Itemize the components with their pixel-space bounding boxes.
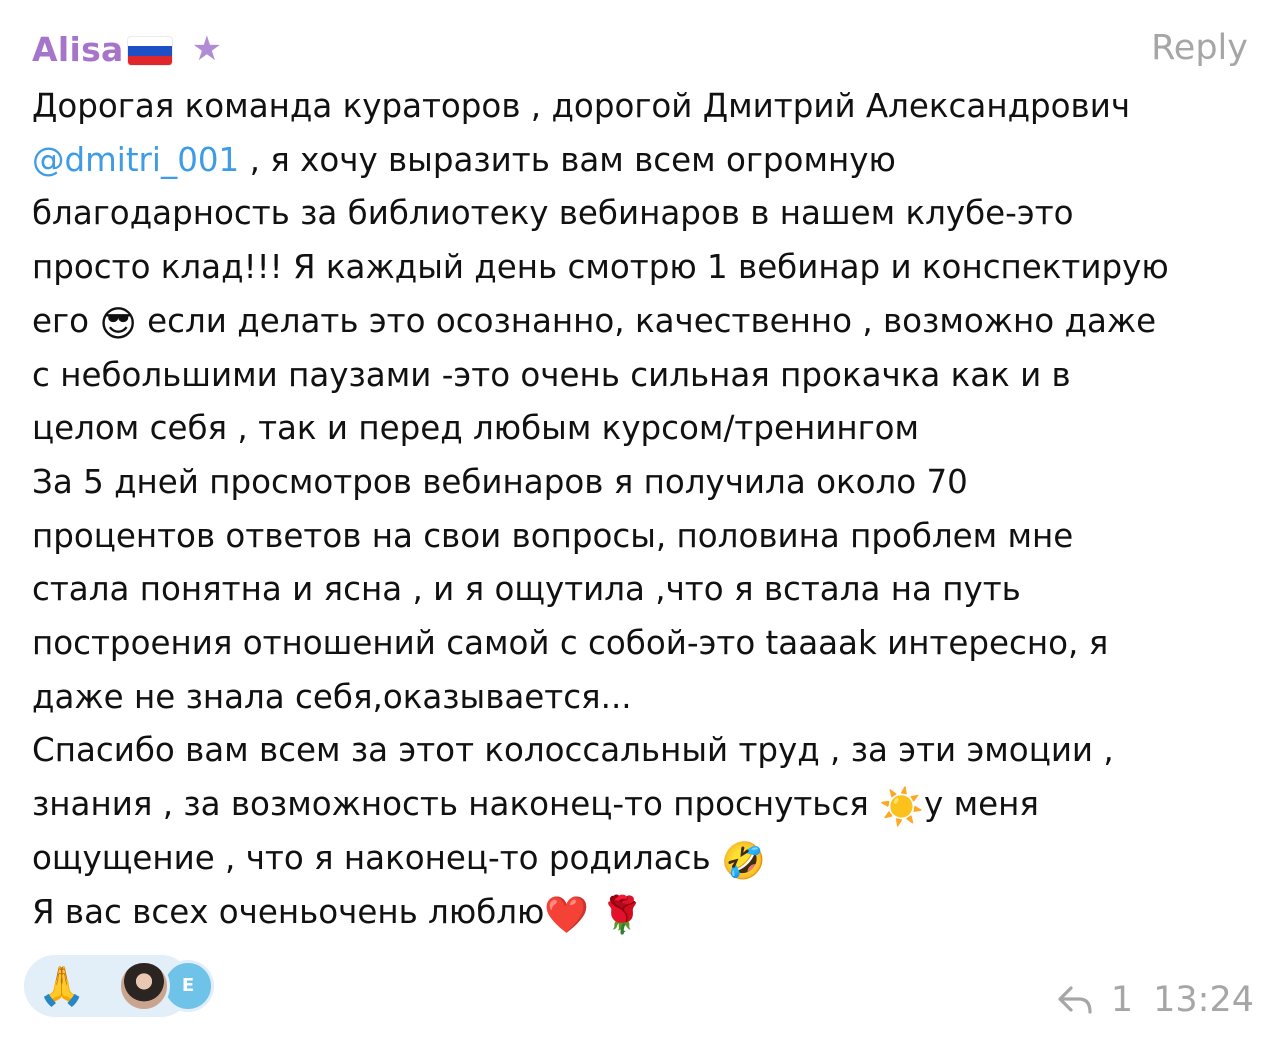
author-name[interactable]: Alisa xyxy=(32,30,124,69)
message-line: Я вас всех оченьочень люблю❤️ 🌹 xyxy=(32,886,1257,940)
message-line-text: знания , за возможность наконец-то просн… xyxy=(32,785,869,824)
message-line-text: , я хочу выразить вам всем огромную xyxy=(239,140,896,179)
message-line: построения отношений самой с собой-это t… xyxy=(32,624,1109,663)
reply-arrow-icon[interactable] xyxy=(1057,985,1093,1015)
message-line-text: Я вас всех оченьочень люблю xyxy=(32,892,545,931)
message-line: просто клад!!! Я каждый день смотрю 1 ве… xyxy=(32,248,1169,287)
message-time: 13:24 xyxy=(1153,980,1254,1020)
reaction-pill[interactable]: 🙏 E xyxy=(24,955,214,1017)
message-line-text: если делать это осознанно, качественно ,… xyxy=(136,301,1157,340)
message-line: процентов ответов на свои вопросы, полов… xyxy=(32,516,1074,555)
reply-button[interactable]: Reply xyxy=(1151,28,1248,68)
user-mention-link[interactable]: @dmitri_001 xyxy=(32,141,239,179)
message-line: благодарность за библиотеку вебинаров в … xyxy=(32,194,1074,233)
russia-flag-icon xyxy=(127,37,172,65)
heart-emoji-icon: ❤️ xyxy=(544,894,590,936)
sunglasses-emoji-icon: 😎 xyxy=(99,303,137,345)
message-line: знания , за возможность наконец-то просн… xyxy=(32,778,1257,832)
message-line-text: его xyxy=(32,301,89,340)
message-line: его 😎 если делать это осознанно, качеств… xyxy=(32,295,1257,349)
message-line: ощущение , что я наконец-то родилась 🤣 xyxy=(32,832,1257,886)
message-line: @dmitri_001 , я хочу выразить вам всем о… xyxy=(32,134,1257,188)
folded-hands-emoji-icon: 🙏 xyxy=(38,964,86,1008)
message-line: Спасибо вам всем за этот колоссальный тр… xyxy=(32,731,1114,770)
rofl-emoji-icon: 🤣 xyxy=(721,840,766,882)
message-footer: 1 13:24 xyxy=(1057,975,1254,1025)
message-line: За 5 дней просмотров вебинаров я получил… xyxy=(32,462,968,501)
avatar xyxy=(118,960,170,1012)
chat-message: Alisa ★ Reply Дорогая команда кураторов … xyxy=(0,0,1280,1040)
star-icon: ★ xyxy=(191,29,223,69)
message-line: Дорогая команда кураторов , дорогой Дмит… xyxy=(32,87,1131,125)
message-line-text: ощущение , что я наконец-то родилась xyxy=(32,838,711,877)
message-line: стала понятна и ясна , и я ощутила ,что … xyxy=(32,570,1021,609)
message-line: целом себя , так и перед любым курсом/тр… xyxy=(32,409,920,448)
message-line: даже не знала себя,оказывается... xyxy=(32,677,632,716)
message-line: с небольшими паузами -это очень сильная … xyxy=(32,355,1071,394)
message-line-text: у меня xyxy=(924,785,1039,824)
rose-emoji-icon: 🌹 xyxy=(599,894,645,936)
message-text: Дорогая команда кураторов , дорогой Дмит… xyxy=(32,80,1257,939)
message-header: Alisa ★ xyxy=(32,24,222,74)
sun-emoji-icon: ☀️ xyxy=(879,787,925,829)
reply-count[interactable]: 1 xyxy=(1111,980,1133,1020)
